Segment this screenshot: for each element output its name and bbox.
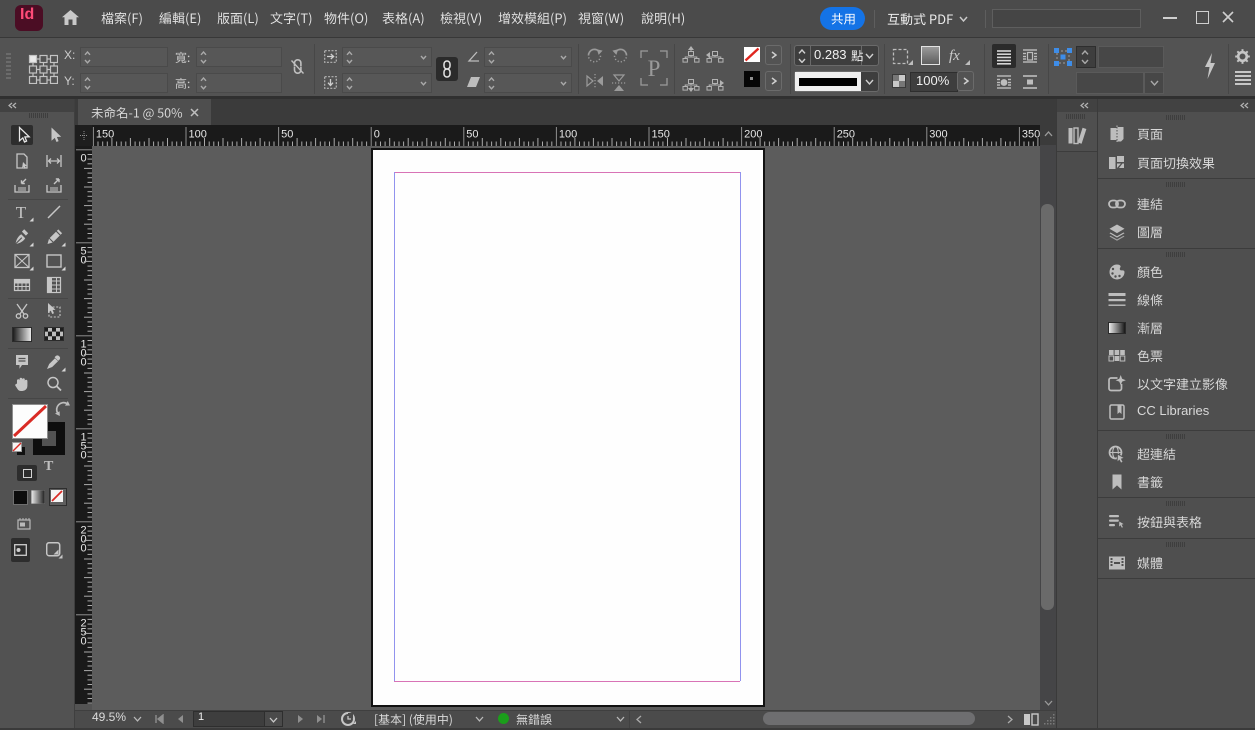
svg-text:50: 50 bbox=[281, 129, 293, 141]
svg-text:0: 0 bbox=[80, 449, 86, 461]
svg-text:350: 350 bbox=[1022, 129, 1040, 141]
svg-text:P: P bbox=[648, 56, 661, 81]
svg-text:0: 0 bbox=[80, 635, 86, 647]
svg-text:0: 0 bbox=[80, 152, 86, 164]
svg-text:0: 0 bbox=[80, 254, 86, 266]
svg-text:0: 0 bbox=[80, 542, 86, 554]
svg-text:0: 0 bbox=[374, 129, 380, 141]
svg-text:0: 0 bbox=[80, 356, 86, 368]
svg-text:T: T bbox=[16, 203, 27, 221]
svg-text:50: 50 bbox=[466, 129, 478, 141]
